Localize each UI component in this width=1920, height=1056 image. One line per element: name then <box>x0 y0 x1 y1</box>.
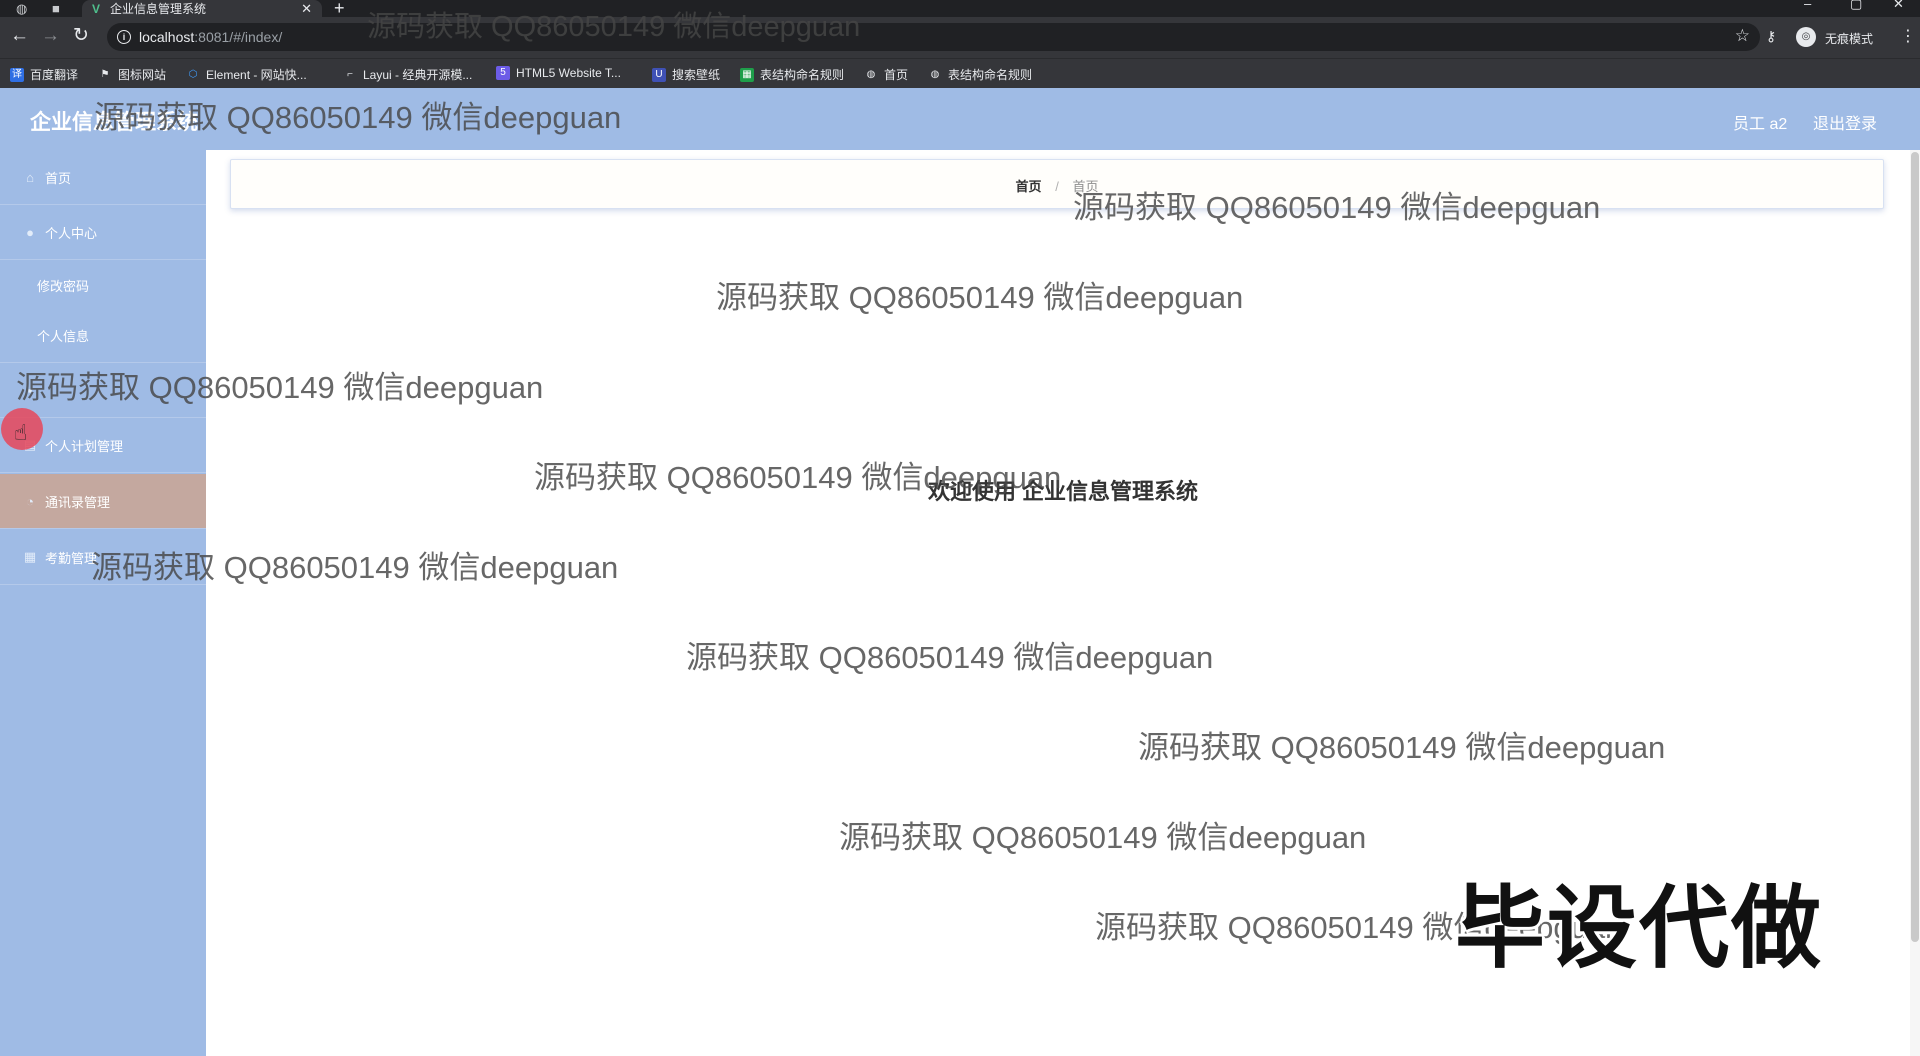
breadcrumb-card: 首页 / 首页 <box>230 159 1884 209</box>
incognito-icon[interactable]: ◎ <box>1796 27 1816 47</box>
reload-icon[interactable]: ↻ <box>73 25 89 47</box>
tab-title: 企业信息管理系统 <box>110 2 207 16</box>
bookmark-item[interactable]: 5 HTML5 Website T... <box>496 66 621 80</box>
search-wallpaper-icon: U <box>652 67 666 82</box>
bookmark-item[interactable]: ⬡ Element - 网站快... <box>186 66 307 83</box>
window-close-icon[interactable]: ✕ <box>1893 0 1904 12</box>
menu-icon: ▪ <box>27 382 33 398</box>
sidebar-item-label: 个人中心 <box>45 225 98 241</box>
globe-icon: ◍ <box>930 68 940 80</box>
app-title: 企业信息管理系统 <box>30 111 198 134</box>
sidebar-item-personal-info[interactable]: 个人信息 <box>0 310 206 360</box>
bookmark-item[interactable]: ◍ 表结构命名规则 <box>928 66 1032 83</box>
browser-tab-strip: ◍ ■ V 企业信息管理系统 ✕ + – ▢ ✕ <box>0 0 1920 18</box>
contacts-icon: ◔ <box>26 493 34 509</box>
sidebar-item-label: 个人计划管理 <box>45 438 124 454</box>
bookmark-item[interactable]: U 搜索壁纸 <box>652 66 720 83</box>
sidebar-item-label: 个人信息 <box>37 328 90 344</box>
flag-icon: ⚑ <box>100 68 110 80</box>
bookmarks-bar: 译 百度翻译 ⚑ 图标网站 ⬡ Element - 网站快... ⌐ Layui… <box>0 58 1920 89</box>
bookmark-item[interactable]: 译 百度翻译 <box>10 66 78 83</box>
bookmark-item[interactable]: ⌐ Layui - 经典开源模... <box>343 66 472 83</box>
breadcrumb-home[interactable]: 首页 <box>1016 179 1042 194</box>
hand-cursor-icon: ☝ <box>14 420 28 445</box>
address-bar[interactable]: i localhost:8081/#/index/ ☆ <box>107 23 1760 51</box>
baidu-translate-icon: 译 <box>10 67 24 82</box>
bookmark-item[interactable]: ⚑ 图标网站 <box>98 66 167 83</box>
element-icon: ⬡ <box>188 68 198 80</box>
browser-menu-icon[interactable]: ◍ <box>16 0 27 17</box>
tab-search-icon[interactable]: ■ <box>52 0 60 17</box>
globe-icon: ◍ <box>866 68 876 80</box>
url-text: localhost:8081/#/index/ <box>139 29 283 45</box>
bookmark-item[interactable]: ◍ 首页 <box>864 66 908 83</box>
browser-menu-dots-icon[interactable]: ⋮ <box>1900 26 1916 46</box>
breadcrumb-current: 首页 <box>1072 179 1099 194</box>
back-icon[interactable]: ← <box>10 25 29 47</box>
bookmark-star-icon[interactable]: ☆ <box>1735 26 1750 46</box>
sidebar-item-home[interactable]: ⌂ 首页 <box>0 150 206 205</box>
password-key-icon[interactable]: ⚷ <box>1766 28 1776 45</box>
app-header: 企业信息管理系统 员工 a2 退出登录 <box>0 88 1920 150</box>
sheet-icon: ▦ <box>740 67 754 82</box>
site-info-icon[interactable]: i <box>117 30 131 44</box>
sidebar-item-change-password[interactable]: 修改密码 <box>0 260 206 310</box>
bookmark-item[interactable]: ▦ 表结构命名规则 <box>740 66 844 83</box>
sidebar-item-label: 首页 <box>45 170 72 186</box>
current-user-label: 员工 a2 <box>1733 116 1788 133</box>
browser-tab-active[interactable]: V 企业信息管理系统 ✕ <box>82 0 322 17</box>
sidebar-item-label: 修改密码 <box>37 278 90 294</box>
maximize-icon[interactable]: ▢ <box>1850 0 1862 12</box>
minimize-icon[interactable]: – <box>1804 0 1811 11</box>
layui-icon: ⌐ <box>347 68 353 80</box>
home-icon: ⌂ <box>26 169 34 185</box>
sidebar-item-attendance-management[interactable]: ▦ 考勤管理 <box>0 530 206 585</box>
sidebar-item-label: 通讯录管理 <box>45 494 111 510</box>
browser-toolbar: ← → ↻ i localhost:8081/#/index/ ☆ ⚷ ◎ 无痕… <box>0 17 1920 58</box>
sidebar-item-personal-center[interactable]: ● 个人中心 <box>0 205 206 260</box>
breadcrumb-separator: / <box>1055 179 1059 194</box>
promo-overlay-text: 毕设代做 <box>1455 879 1823 979</box>
sidebar-item-contacts-management[interactable]: ◔ 通讯录管理 <box>0 474 206 529</box>
scrollbar-thumb[interactable] <box>1911 152 1919 942</box>
incognito-label[interactable]: 无痕模式 <box>1825 30 1873 47</box>
sidebar-menu: ⌂ 首页 ● 个人中心 修改密码 个人信息 ▪ ▤ 个人计划管理 ◔ 通讯录管理… <box>0 150 206 1056</box>
user-icon: ● <box>26 224 34 240</box>
welcome-message: 欢迎使用 企业信息管理系统 <box>927 479 1199 504</box>
breadcrumb: 首页 / 首页 <box>231 176 1883 195</box>
sidebar-item-label: 考勤管理 <box>45 550 98 566</box>
logout-link[interactable]: 退出登录 <box>1813 110 1877 134</box>
vue-favicon-icon: V <box>92 1 101 16</box>
html5-icon: 5 <box>496 66 510 80</box>
tab-close-icon[interactable]: ✕ <box>301 1 312 17</box>
forward-icon[interactable]: → <box>41 25 60 47</box>
grid-icon: ▦ <box>23 549 37 564</box>
